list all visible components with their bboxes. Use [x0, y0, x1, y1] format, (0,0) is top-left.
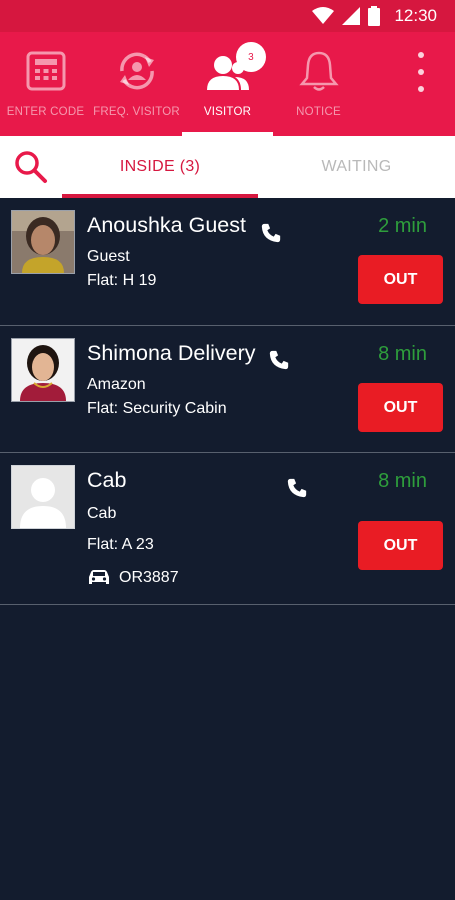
tab-inside[interactable]: INSIDE (3) [62, 136, 258, 198]
top-navigation: ENTER CODE FREQ. VISITOR 3 VISITOR NOTIC… [0, 32, 455, 136]
out-button[interactable]: OUT [358, 383, 443, 432]
visitor-flat: Flat: A 23 [87, 536, 154, 553]
nav-notice-label: NOTICE [296, 106, 341, 118]
bell-icon [296, 48, 342, 94]
visitor-tabs: INSIDE (3) WAITING [0, 136, 455, 198]
search-button[interactable] [0, 136, 62, 198]
nav-freq-visitor[interactable]: FREQ. VISITOR [91, 32, 182, 136]
visitor-type: Cab [87, 505, 117, 522]
visit-duration: 8 min [378, 470, 427, 492]
visitor-flat: Flat: H 19 [87, 272, 157, 289]
visitor-name: Cab [87, 468, 127, 492]
nav-enter-code-label: ENTER CODE [6, 106, 85, 118]
visitor-list: Anoushka Guest Guest Flat: H 19 2 min OU… [0, 198, 455, 605]
overflow-menu-icon[interactable] [411, 52, 431, 92]
visitor-name: Shimona Delivery [87, 341, 256, 365]
out-button[interactable]: OUT [358, 521, 443, 570]
phone-icon[interactable] [260, 222, 282, 244]
calculator-icon [23, 48, 69, 94]
visitor-name: Anoushka Guest [87, 213, 246, 237]
list-item[interactable]: Cab Cab Flat: A 23 OR3887 8 min OUT [0, 453, 455, 605]
vehicle-number: OR3887 [119, 569, 179, 586]
out-button[interactable]: OUT [358, 255, 443, 304]
car-icon [89, 570, 109, 584]
status-bar: 12:30 [0, 0, 455, 32]
nav-visitor[interactable]: 3 VISITOR [182, 32, 273, 136]
nav-enter-code[interactable]: ENTER CODE [0, 32, 91, 136]
phone-icon[interactable] [268, 349, 290, 371]
nav-freq-visitor-label: FREQ. VISITOR [93, 106, 180, 118]
list-item[interactable]: Shimona Delivery Amazon Flat: Security C… [0, 326, 455, 453]
tab-waiting[interactable]: WAITING [258, 136, 455, 198]
avatar [11, 465, 75, 529]
nav-visitor-label: VISITOR [203, 106, 252, 118]
nav-notice[interactable]: NOTICE [273, 32, 364, 136]
refresh-person-icon [114, 48, 160, 94]
status-time: 12:30 [394, 6, 437, 25]
vehicle-info: OR3887 [87, 569, 179, 587]
visitor-flat: Flat: Security Cabin [87, 400, 227, 417]
visit-duration: 2 min [378, 215, 427, 237]
phone-icon[interactable] [286, 477, 308, 499]
visitor-type: Guest [87, 248, 130, 265]
visit-duration: 8 min [378, 343, 427, 365]
avatar [11, 338, 75, 402]
search-icon [15, 151, 47, 183]
signal-icon [342, 7, 361, 25]
battery-icon [368, 6, 381, 26]
avatar [11, 210, 75, 274]
visitor-type: Amazon [87, 376, 146, 393]
visitor-count-badge: 3 [236, 42, 266, 72]
list-item[interactable]: Anoushka Guest Guest Flat: H 19 2 min OU… [0, 198, 455, 326]
wifi-icon [312, 7, 335, 24]
